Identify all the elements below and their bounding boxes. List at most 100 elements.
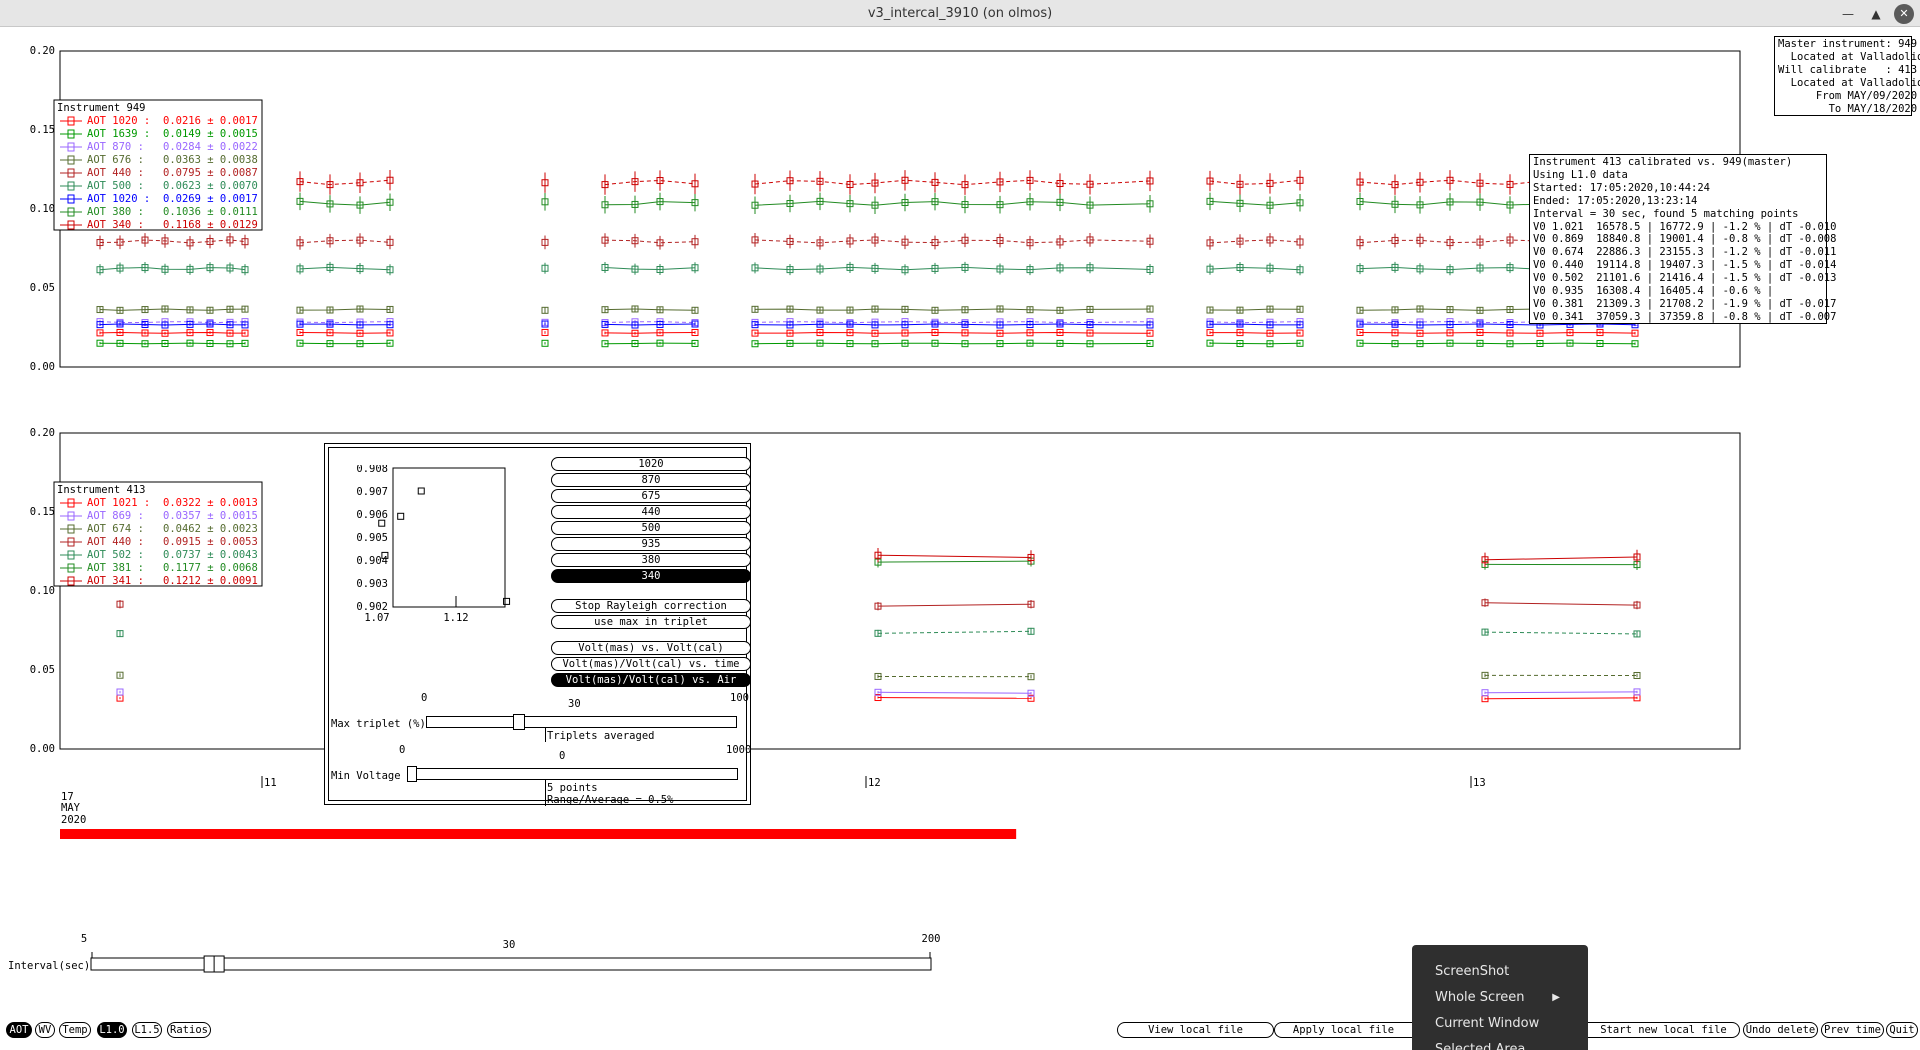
points-count: 5 points [547, 782, 598, 794]
temp-mode-button[interactable]: Temp [59, 1022, 91, 1038]
mini-y-tick: 0.905 [356, 532, 388, 544]
legend-value: 0.0623 ± 0.0070 [163, 180, 258, 192]
max-triplet-value: 30 [568, 698, 581, 710]
series-line [1209, 179, 1301, 185]
legend-label: AOT 1639 : [87, 128, 150, 140]
wavelength-button-440[interactable]: 440 [551, 505, 751, 519]
min-voltage-track[interactable] [407, 768, 738, 780]
series-line [604, 308, 696, 311]
legend-value: 0.0737 ± 0.0043 [163, 549, 258, 561]
wv-mode-button[interactable]: WV [35, 1022, 55, 1038]
mode-ratio-vs-time-button[interactable]: Volt(mas)/Volt(cal) vs. time [551, 657, 751, 671]
series-line [299, 308, 391, 311]
mini-plot-frame [392, 467, 506, 608]
legend-value: 0.1177 ± 0.0068 [163, 562, 258, 574]
series-line [604, 321, 696, 324]
y-tick-label: 0.20 [30, 45, 55, 57]
legend-value: 0.0915 ± 0.0053 [163, 536, 258, 548]
series-line [299, 321, 391, 324]
mini-x-tick: 1.12 [443, 612, 468, 624]
min-voltage-label: Min Voltage [331, 770, 401, 782]
dialog-inner-frame: 0.908 0.907 0.906 0.905 0.904 0.903 0.902 1.07… [328, 447, 751, 806]
series-line [877, 630, 1032, 634]
x-tick-label: 13 [1473, 777, 1486, 789]
wavelength-button-500[interactable]: 500 [551, 521, 751, 535]
series-line [754, 342, 1151, 345]
series-line [1359, 331, 1636, 334]
stop-rayleigh-button[interactable]: Stop Rayleigh correction [551, 599, 751, 613]
y-tick-label: 0.05 [30, 664, 55, 676]
series-line [1209, 332, 1301, 334]
menu-item-screenshot[interactable]: ScreenShot [1435, 964, 1509, 979]
l15-level-button[interactable]: L1.5 [132, 1022, 162, 1038]
legend-value: 0.0795 ± 0.0087 [163, 167, 258, 179]
apply-local-file-button[interactable]: Apply local file [1274, 1022, 1412, 1038]
legend-label: AOT 340 : [87, 219, 144, 231]
min-voltage-thumb[interactable] [407, 766, 417, 782]
mode-ratio-vs-airmass-button[interactable]: Volt(mas)/Volt(cal) vs. Air Mass [551, 673, 751, 698]
legend-label: AOT 381 : [87, 562, 144, 574]
interval-slider[interactable]: 5 30 200 Interval(sec) [8, 933, 941, 973]
menu-item-current-window[interactable]: Current Window [1435, 1016, 1539, 1031]
quit-button[interactable]: Quit [1886, 1022, 1918, 1038]
use-max-triplet-button[interactable]: use max in triplet [551, 615, 751, 629]
legend-value: 0.0357 ± 0.0015 [163, 510, 258, 522]
series-line [1209, 266, 1301, 271]
legend-label: AOT 676 : [87, 154, 144, 166]
series-line [604, 239, 696, 244]
y-tick-label: 0.10 [30, 585, 55, 597]
series-line [99, 267, 246, 271]
mini-plot-y-ticks: 0.9080.9070.9060.9050.9040.9030.902 [356, 465, 388, 613]
max-triplet-max: 100 [730, 692, 749, 704]
series-line [1209, 321, 1301, 324]
mini-y-tick: 0.903 [356, 578, 388, 590]
bottom-y-ticks: 0.20 0.15 0.10 0.05 0.00 [30, 427, 55, 755]
undo-delete-button[interactable]: Undo delete [1743, 1022, 1818, 1038]
max-triplet-track[interactable] [426, 716, 737, 728]
series-line [99, 331, 246, 334]
slider-max-label: 200 [922, 933, 941, 945]
wavelength-button-675[interactable]: 675 [551, 489, 751, 503]
submenu-arrow-icon: ▶ [1552, 992, 1560, 1003]
legend-label: AOT 502 : [87, 549, 144, 561]
max-triplet-thumb[interactable] [513, 714, 526, 730]
mini-y-tick: 0.906 [356, 509, 388, 521]
series-line [877, 697, 1032, 699]
prev-time-button[interactable]: Prev time [1821, 1022, 1884, 1038]
screenshot-context-menu: ScreenShot Whole Screen ▶ Current Window… [1412, 945, 1588, 1050]
series-line [1484, 691, 1638, 694]
series-line [604, 332, 696, 334]
bottom-legend: Instrument 413 AOT 1021 : 0.0322 ± 0.0013… [53, 481, 263, 587]
series-line [1209, 239, 1301, 244]
series-line [1484, 631, 1638, 635]
legend-label: AOT 870 : [87, 141, 144, 153]
view-local-file-button[interactable]: View local file [1117, 1022, 1274, 1038]
max-triplet-label: Max triplet (%) [331, 718, 426, 730]
wavelength-button-935[interactable]: 935 [551, 537, 751, 551]
series-line [1484, 697, 1638, 700]
series-line [877, 560, 1032, 563]
series-line [99, 321, 246, 324]
mode-volt-vs-volt-button[interactable]: Volt(mas) vs. Volt(cal) [551, 641, 751, 655]
series-line [99, 323, 246, 326]
series-line [754, 266, 1151, 271]
menu-item-selected-area[interactable]: Selected Area [1435, 1042, 1525, 1050]
l10-level-button[interactable]: L1.0 [97, 1022, 127, 1038]
series-line [1209, 323, 1301, 326]
legend-value: 0.0284 ± 0.0022 [163, 141, 258, 153]
series-line [299, 179, 391, 186]
date-year: 2020 [61, 814, 86, 826]
wavelength-button-340[interactable]: 340 [551, 569, 751, 583]
aot-mode-button[interactable]: AOT [6, 1022, 32, 1038]
wavelength-button-870[interactable]: 870 [551, 473, 751, 487]
wavelength-button-380[interactable]: 380 [551, 553, 751, 567]
ratios-button[interactable]: Ratios [167, 1022, 211, 1038]
wavelength-button-1020[interactable]: 1020 [551, 457, 751, 471]
series-line [754, 323, 1151, 326]
legend-value: 0.0269 ± 0.0017 [163, 193, 258, 205]
min-voltage-min: 0 [399, 744, 406, 756]
start-new-local-file-button[interactable]: Start new local file [1588, 1022, 1740, 1038]
y-tick-label: 0.15 [30, 506, 55, 518]
menu-item-whole-screen[interactable]: Whole Screen [1435, 990, 1524, 1005]
top-series-group [96, 170, 1639, 348]
